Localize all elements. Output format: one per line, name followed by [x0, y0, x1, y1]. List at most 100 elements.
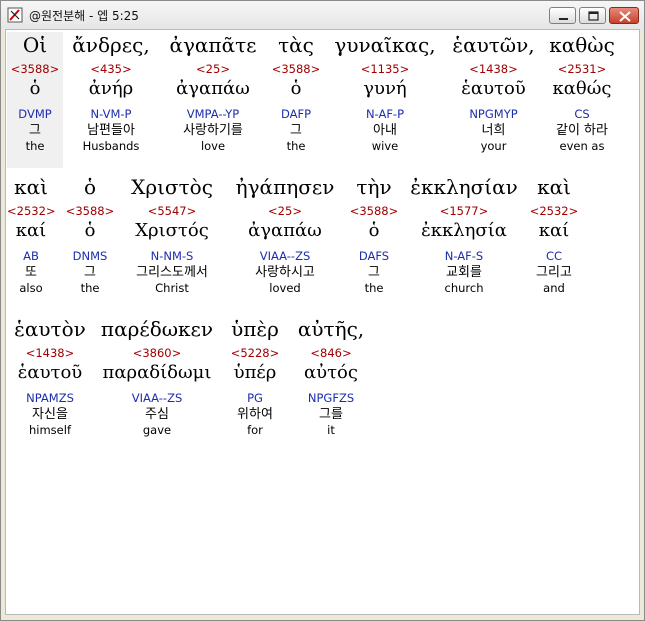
word-column[interactable]: τὴν <3588> ὁ DAFS 그 the	[346, 174, 402, 296]
strong-number[interactable]: <2531>	[542, 60, 622, 78]
parsing-code: DNMS	[72, 249, 108, 263]
lemma: ὁ	[290, 78, 302, 99]
english-gloss: love	[200, 139, 226, 153]
greek-word: ἐκκλησίαν	[410, 175, 518, 199]
word-column[interactable]: ἀγαπᾶτε <25> ἀγαπάω VMPA--YP 사랑하기를 love	[158, 32, 268, 154]
parsing-code: VIAA--ZS	[259, 249, 311, 263]
parsing-code: NPAMZS	[26, 391, 74, 405]
strong-number[interactable]: <2532>	[524, 202, 584, 220]
strong-number[interactable]: <3588>	[62, 202, 118, 220]
korean-gloss: 자신을	[32, 407, 68, 422]
parsing-code: N-AF-P	[365, 107, 405, 121]
app-icon	[7, 7, 23, 23]
english-gloss: the	[25, 139, 45, 153]
lemma: ὁ	[84, 220, 96, 241]
greek-word: αὐτῆς,	[297, 317, 365, 341]
lemma: καθώς	[552, 78, 612, 99]
parsing-code: CS	[574, 107, 590, 121]
parsing-code: AB	[23, 249, 39, 263]
greek-word: ἠγάπησεν	[235, 175, 335, 199]
minimize-icon	[559, 18, 568, 20]
english-gloss: himself	[29, 423, 71, 437]
maximize-icon	[588, 11, 599, 21]
korean-gloss: 같이 하라	[556, 123, 608, 138]
english-gloss: the	[364, 281, 384, 295]
maximize-button[interactable]	[579, 7, 606, 24]
strong-number[interactable]: <1135>	[326, 60, 444, 78]
english-gloss: your	[480, 139, 507, 153]
strong-number[interactable]: <435>	[66, 60, 156, 78]
strong-number[interactable]: <846>	[294, 344, 368, 362]
greek-word: ὁ	[83, 175, 97, 199]
word-column[interactable]: παρέδωκεν <3860> παραδίδωμι VIAA--ZS 주심 …	[98, 316, 216, 438]
strong-number[interactable]: <3588>	[346, 202, 402, 220]
title-bar[interactable]: @원전분해 - 엡 5:25	[1, 1, 644, 29]
parsing-code: N-VM-P	[90, 107, 132, 121]
lemma: παραδίδωμι	[102, 362, 212, 383]
word-column[interactable]: ἐκκλησίαν <1577> ἐκκλησία N-AF-S 교회를 chu…	[406, 174, 522, 296]
strong-number[interactable]: <25>	[158, 60, 268, 78]
greek-word: καὶ	[14, 175, 48, 199]
lemma: ἐκκλησία	[421, 220, 507, 241]
lemma: ὁ	[29, 78, 41, 99]
lemma: ἀνήρ	[88, 78, 134, 99]
window-title: @원전분해 - 엡 5:25	[29, 9, 139, 23]
korean-gloss: 사랑하시고	[255, 265, 315, 280]
analysis-panel[interactable]: Οἱ <3588> ὁ DVMP 그 the ἄνδρες, <435> ἀνή…	[5, 29, 640, 615]
lemma: ὑπέρ	[233, 362, 277, 383]
word-column[interactable]: καὶ <2532> καί AB 또 also	[7, 174, 56, 296]
lemma: ὁ	[368, 220, 380, 241]
english-gloss: Christ	[155, 281, 189, 295]
strong-number[interactable]: <2532>	[7, 202, 56, 220]
strong-number[interactable]: <3588>	[7, 60, 63, 78]
strong-number[interactable]: <1577>	[406, 202, 522, 220]
strong-number[interactable]: <5228>	[220, 344, 290, 362]
minimize-button[interactable]	[549, 7, 576, 24]
korean-gloss: 그를	[319, 407, 343, 422]
word-column[interactable]: Οἱ <3588> ὁ DVMP 그 the	[7, 32, 63, 168]
parsing-code: PG	[247, 391, 263, 405]
parsing-code: NPGMYP	[469, 107, 518, 121]
word-column[interactable]: Χριστὸς <5547> Χριστός N-NM-S 그리스도께서 Chr…	[120, 174, 224, 296]
app-window: @원전분해 - 엡 5:25 Οἱ <3588> ὁ DVMP 그 the ἄν…	[0, 0, 645, 621]
lemma: ἑαυτοῦ	[461, 78, 526, 99]
english-gloss: for	[247, 423, 263, 437]
strong-number[interactable]: <3588>	[268, 60, 324, 78]
word-column[interactable]: ἠγάπησεν <25> ἀγαπάω VIAA--ZS 사랑하시고 love…	[226, 174, 344, 296]
word-column[interactable]: ἑαυτῶν, <1438> ἑαυτοῦ NPGMYP 너희 your	[446, 32, 541, 154]
greek-word: τὴν	[356, 175, 392, 199]
strong-number[interactable]: <1438>	[446, 60, 541, 78]
korean-gloss: 그리고	[536, 265, 572, 280]
english-gloss: loved	[269, 281, 301, 295]
word-column[interactable]: ὑπὲρ <5228> ὑπέρ PG 위하여 for	[220, 316, 290, 438]
korean-gloss: 그	[29, 123, 41, 138]
english-gloss: it	[327, 423, 335, 437]
parsing-code: DVMP	[18, 107, 52, 121]
greek-word: τὰς	[278, 33, 314, 57]
word-column[interactable]: καθὼς <2531> καθώς CS 같이 하라 even as	[542, 32, 622, 154]
lemma: ἀγαπάω	[176, 78, 250, 99]
greek-word: Οἱ	[22, 33, 48, 57]
close-icon	[619, 11, 631, 22]
word-column[interactable]: αὐτῆς, <846> αὐτός NPGFZS 그를 it	[294, 316, 368, 438]
parsing-code: VIAA--ZS	[131, 391, 183, 405]
parsing-code: N-NM-S	[150, 249, 194, 263]
korean-gloss: 그리스도께서	[136, 265, 208, 280]
close-button[interactable]	[609, 7, 639, 24]
strong-number[interactable]: <1438>	[7, 344, 93, 362]
lemma: καί	[15, 220, 47, 241]
lemma: ἀγαπάω	[248, 220, 322, 241]
word-column[interactable]: γυναῖκας, <1135> γυνή N-AF-P 아내 wive	[326, 32, 444, 154]
word-column[interactable]: καὶ <2532> καί CC 그리고 and	[524, 174, 584, 296]
strong-number[interactable]: <25>	[226, 202, 344, 220]
strong-number[interactable]: <5547>	[120, 202, 224, 220]
word-column[interactable]: ὁ <3588> ὁ DNMS 그 the	[62, 174, 118, 296]
word-column[interactable]: ἑαυτὸν <1438> ἑαυτοῦ NPAMZS 자신을 himself	[7, 316, 93, 438]
english-gloss: Husbands	[82, 139, 140, 153]
strong-number[interactable]: <3860>	[98, 344, 216, 362]
parsing-code: DAFS	[358, 249, 390, 263]
greek-word: ὑπὲρ	[231, 317, 279, 341]
word-column[interactable]: ἄνδρες, <435> ἀνήρ N-VM-P 남편들아 Husbands	[66, 32, 156, 154]
word-column[interactable]: τὰς <3588> ὁ DAFP 그 the	[268, 32, 324, 154]
english-gloss: gave	[142, 423, 172, 437]
